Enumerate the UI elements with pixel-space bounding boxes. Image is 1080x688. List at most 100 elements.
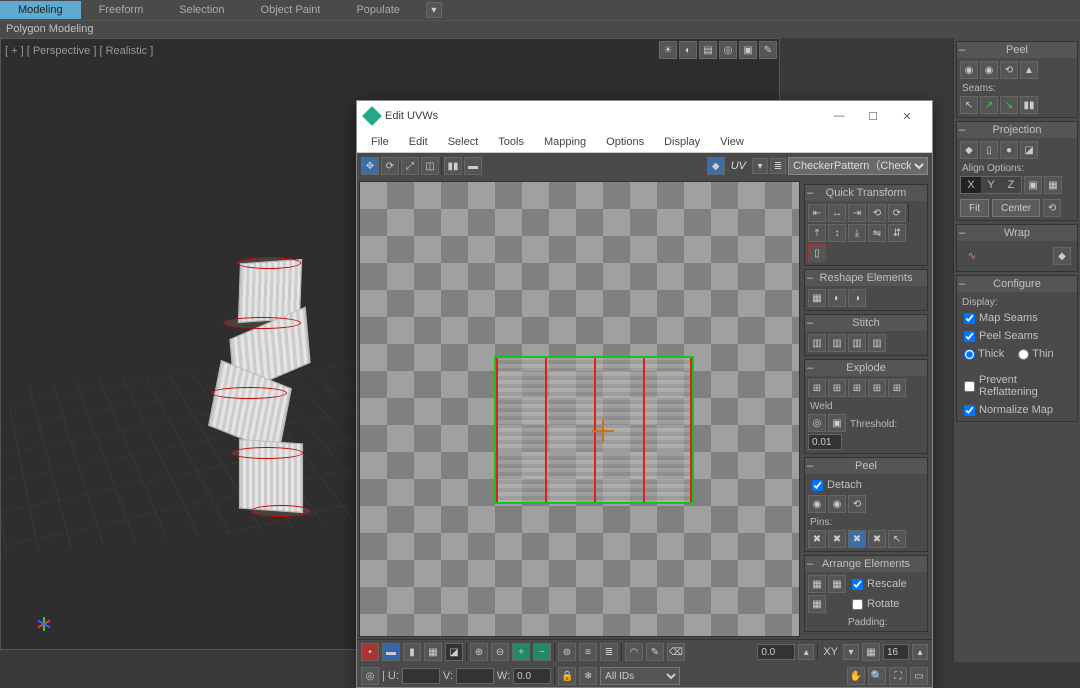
menu-display[interactable]: Display xyxy=(656,133,708,151)
panel-peel[interactable]: –Peel xyxy=(805,458,927,474)
peel-pelt-icon[interactable]: ▲ xyxy=(1020,61,1038,79)
tab-populate[interactable]: Populate xyxy=(338,1,417,19)
explode5-icon[interactable]: ⊞ xyxy=(888,379,906,397)
u-field[interactable] xyxy=(402,668,440,684)
texture-dropdown[interactable]: CheckerPattern（Checker） xyxy=(788,157,928,175)
v-field[interactable] xyxy=(456,668,494,684)
weld2-icon[interactable]: ▣ xyxy=(828,414,846,432)
straighten-icon[interactable]: ▦ xyxy=(808,289,826,307)
planar-icon[interactable]: ◆ xyxy=(960,141,978,159)
explode3-icon[interactable]: ⊞ xyxy=(848,379,866,397)
thick-radio[interactable] xyxy=(964,349,975,360)
mapseams-checkbox[interactable] xyxy=(964,313,975,324)
sel-sub-icon[interactable]: ⊖ xyxy=(491,643,509,661)
spline-icon[interactable]: ∿ xyxy=(963,247,981,265)
cube-mode-icon[interactable]: ◪ xyxy=(445,643,463,661)
loop-sel-icon[interactable]: ≡ xyxy=(579,643,597,661)
threshold-field[interactable] xyxy=(808,434,842,450)
align-right-icon[interactable]: ⇥ xyxy=(848,204,866,222)
move-tool-icon[interactable]: ✥ xyxy=(361,157,379,175)
tab-objectpaint[interactable]: Object Paint xyxy=(243,1,339,19)
axis-y[interactable]: Y xyxy=(981,177,1001,193)
peel3-icon[interactable]: ⟲ xyxy=(848,495,866,513)
flip-h-icon[interactable]: ⇋ xyxy=(868,224,886,242)
snap-icon[interactable]: ◆ xyxy=(707,157,725,175)
brush-icon[interactable]: ✎ xyxy=(646,643,664,661)
rotate-cw-icon[interactable]: ⟳ xyxy=(888,204,906,222)
poly-mode-icon[interactable]: ▮ xyxy=(403,643,421,661)
explode2-icon[interactable]: ⊞ xyxy=(828,379,846,397)
eraser-icon[interactable]: ⌫ xyxy=(667,643,685,661)
menu-tools[interactable]: Tools xyxy=(490,133,532,151)
align-grid-icon[interactable]: ▦ xyxy=(1044,176,1062,194)
normalize-checkbox[interactable] xyxy=(964,405,975,416)
spherical-icon[interactable]: ● xyxy=(1000,141,1018,159)
minimize-icon[interactable]: — xyxy=(822,105,856,127)
reset-proj-icon[interactable]: ⟲ xyxy=(1043,199,1061,217)
panel-cmd-peel[interactable]: –Peel xyxy=(957,42,1077,58)
panel-quick-transform[interactable]: –Quick Transform xyxy=(805,185,927,201)
sel-expand-icon[interactable]: + xyxy=(512,643,530,661)
explode4-icon[interactable]: ⊞ xyxy=(868,379,886,397)
align-left-icon[interactable]: ⇤ xyxy=(808,204,826,222)
rotate-tool-icon[interactable]: ⟳ xyxy=(381,157,399,175)
dialog-titlebar[interactable]: Edit UVWs — ☐ ✕ xyxy=(357,101,932,131)
zoom-region-icon[interactable]: ▭ xyxy=(910,667,928,685)
pin3-icon[interactable]: ✖ xyxy=(848,530,866,548)
menu-mapping[interactable]: Mapping xyxy=(536,133,594,151)
element-mode-icon[interactable]: ▦ xyxy=(424,643,442,661)
scale-tool-icon[interactable]: ⤢ xyxy=(401,157,419,175)
panel-configure[interactable]: –Configure xyxy=(957,276,1077,292)
rotate-ccw-icon[interactable]: ⟲ xyxy=(868,204,886,222)
pin1-icon[interactable]: ✖ xyxy=(808,530,826,548)
pack3-icon[interactable]: ▦ xyxy=(808,595,826,613)
seam-expand-icon[interactable]: ▮▮ xyxy=(1020,96,1038,114)
panel-reshape[interactable]: –Reshape Elements xyxy=(805,270,927,286)
zoom-extent-icon[interactable]: ⛶ xyxy=(889,667,907,685)
tab-freeform[interactable]: Freeform xyxy=(81,1,162,19)
fit-icon[interactable]: ▯ xyxy=(808,244,826,262)
stitch4-icon[interactable]: ▥ xyxy=(868,334,886,352)
stitch1-icon[interactable]: ▥ xyxy=(808,334,826,352)
stitch2-icon[interactable]: ▥ xyxy=(828,334,846,352)
grid-opts-icon[interactable]: ▦ xyxy=(862,643,880,661)
relax-icon[interactable]: ◐ xyxy=(828,289,846,307)
mirror-v-icon[interactable]: ▬ xyxy=(464,157,482,175)
panel-explode[interactable]: –Explode xyxy=(805,360,927,376)
pin2-icon[interactable]: ✖ xyxy=(828,530,846,548)
uv-drop-icon[interactable]: ▾ xyxy=(752,158,768,174)
peel-b-icon[interactable]: ◉ xyxy=(980,61,998,79)
thin-radio[interactable] xyxy=(1018,349,1029,360)
peelseams-checkbox[interactable] xyxy=(964,331,975,342)
pin5-icon[interactable]: ↖ xyxy=(888,530,906,548)
hammer-icon[interactable]: ✎ xyxy=(759,41,777,59)
target-icon[interactable]: ◎ xyxy=(361,667,379,685)
tab-selection[interactable]: Selection xyxy=(161,1,242,19)
weld-icon[interactable]: ◎ xyxy=(808,414,826,432)
light-icon[interactable]: ▤ xyxy=(699,41,717,59)
axis-z[interactable]: Z xyxy=(1001,177,1021,193)
sun-icon[interactable]: ☀ xyxy=(659,41,677,59)
fit-button[interactable]: Fit xyxy=(960,199,989,217)
align-top-icon[interactable]: ⤒ xyxy=(808,224,826,242)
render-icon[interactable]: ▣ xyxy=(739,41,757,59)
ribbon-dropdown-icon[interactable]: ▾ xyxy=(426,2,442,18)
rotate-checkbox[interactable] xyxy=(852,599,863,610)
freeform-tool-icon[interactable]: ◫ xyxy=(421,157,439,175)
pin4-icon[interactable]: ✖ xyxy=(868,530,886,548)
peel1-icon[interactable]: ◉ xyxy=(808,495,826,513)
pack2-icon[interactable]: ▦ xyxy=(828,575,846,593)
seam-cut-icon[interactable]: ↗ xyxy=(980,96,998,114)
relax2-icon[interactable]: ◑ xyxy=(848,289,866,307)
align-center-icon[interactable]: ↔ xyxy=(828,204,846,222)
unwrap-icon[interactable]: ◆ xyxy=(1053,247,1071,265)
grid-field[interactable] xyxy=(883,644,909,660)
uv-canvas[interactable] xyxy=(359,181,800,637)
grid-spin-icon[interactable]: ▴ xyxy=(912,644,928,660)
panel-stitch[interactable]: –Stitch xyxy=(805,315,927,331)
w-field[interactable] xyxy=(513,668,551,684)
tab-modeling[interactable]: Modeling xyxy=(0,1,81,19)
mirror-h-icon[interactable]: ▮▮ xyxy=(444,157,462,175)
lock-icon[interactable]: 🔒 xyxy=(558,667,576,685)
prevent-checkbox[interactable] xyxy=(964,381,975,392)
